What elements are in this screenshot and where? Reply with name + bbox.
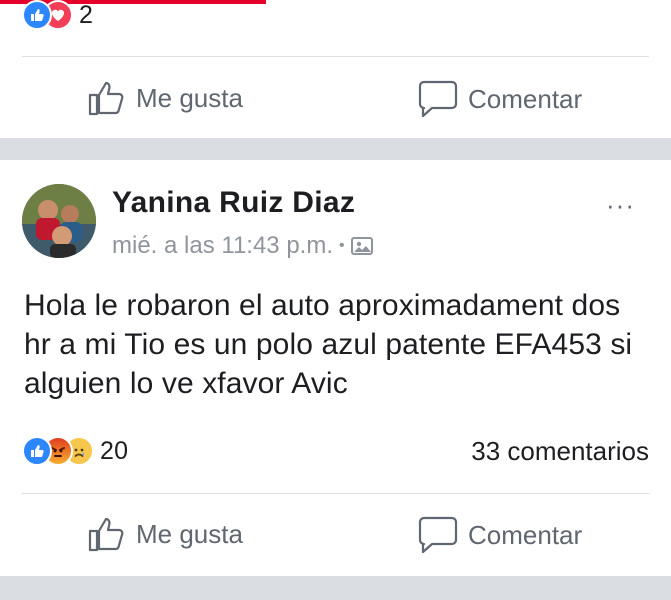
reactions-summary[interactable]: 2 [22, 0, 93, 30]
post-text: Hola le robaron el auto aproximadament d… [24, 289, 633, 400]
like-button[interactable]: Me gusta [88, 80, 243, 116]
post-card: Yanina Ruiz Diaz mié. a las 11:43 p.m. •… [0, 160, 671, 576]
comment-icon [418, 516, 458, 554]
thumbs-up-icon [88, 517, 124, 552]
comment-button[interactable]: Comentar [418, 516, 582, 554]
like-button[interactable]: Me gusta [88, 516, 243, 552]
reaction-count: 2 [79, 0, 94, 29]
comment-label: Comentar [468, 83, 583, 114]
post-timestamp[interactable]: mié. a las 11:43 p.m. [112, 232, 333, 260]
photo-icon [350, 237, 373, 255]
comment-label: Comentar [468, 519, 583, 550]
divider [22, 56, 649, 57]
like-icon [22, 436, 52, 466]
reaction-count: 20 [100, 436, 129, 465]
reactions-summary[interactable]: 20 [22, 436, 128, 466]
meta-separator: • [339, 237, 345, 254]
avatar[interactable] [22, 184, 96, 258]
comment-button[interactable]: Comentar [418, 80, 582, 118]
more-options-button[interactable]: ··· [606, 190, 635, 221]
previous-post-card: 2 Me gusta Comentar [0, 0, 671, 138]
comments-count-link[interactable]: 33 comentarios [471, 436, 649, 467]
like-icon [22, 0, 52, 30]
post-meta: mié. a las 11:43 p.m. • [112, 232, 373, 260]
like-label: Me gusta [136, 518, 243, 549]
comment-icon [418, 80, 458, 118]
post-author[interactable]: Yanina Ruiz Diaz [112, 186, 355, 220]
thumbs-up-icon [88, 81, 124, 116]
divider [22, 493, 649, 494]
like-label: Me gusta [136, 82, 243, 113]
